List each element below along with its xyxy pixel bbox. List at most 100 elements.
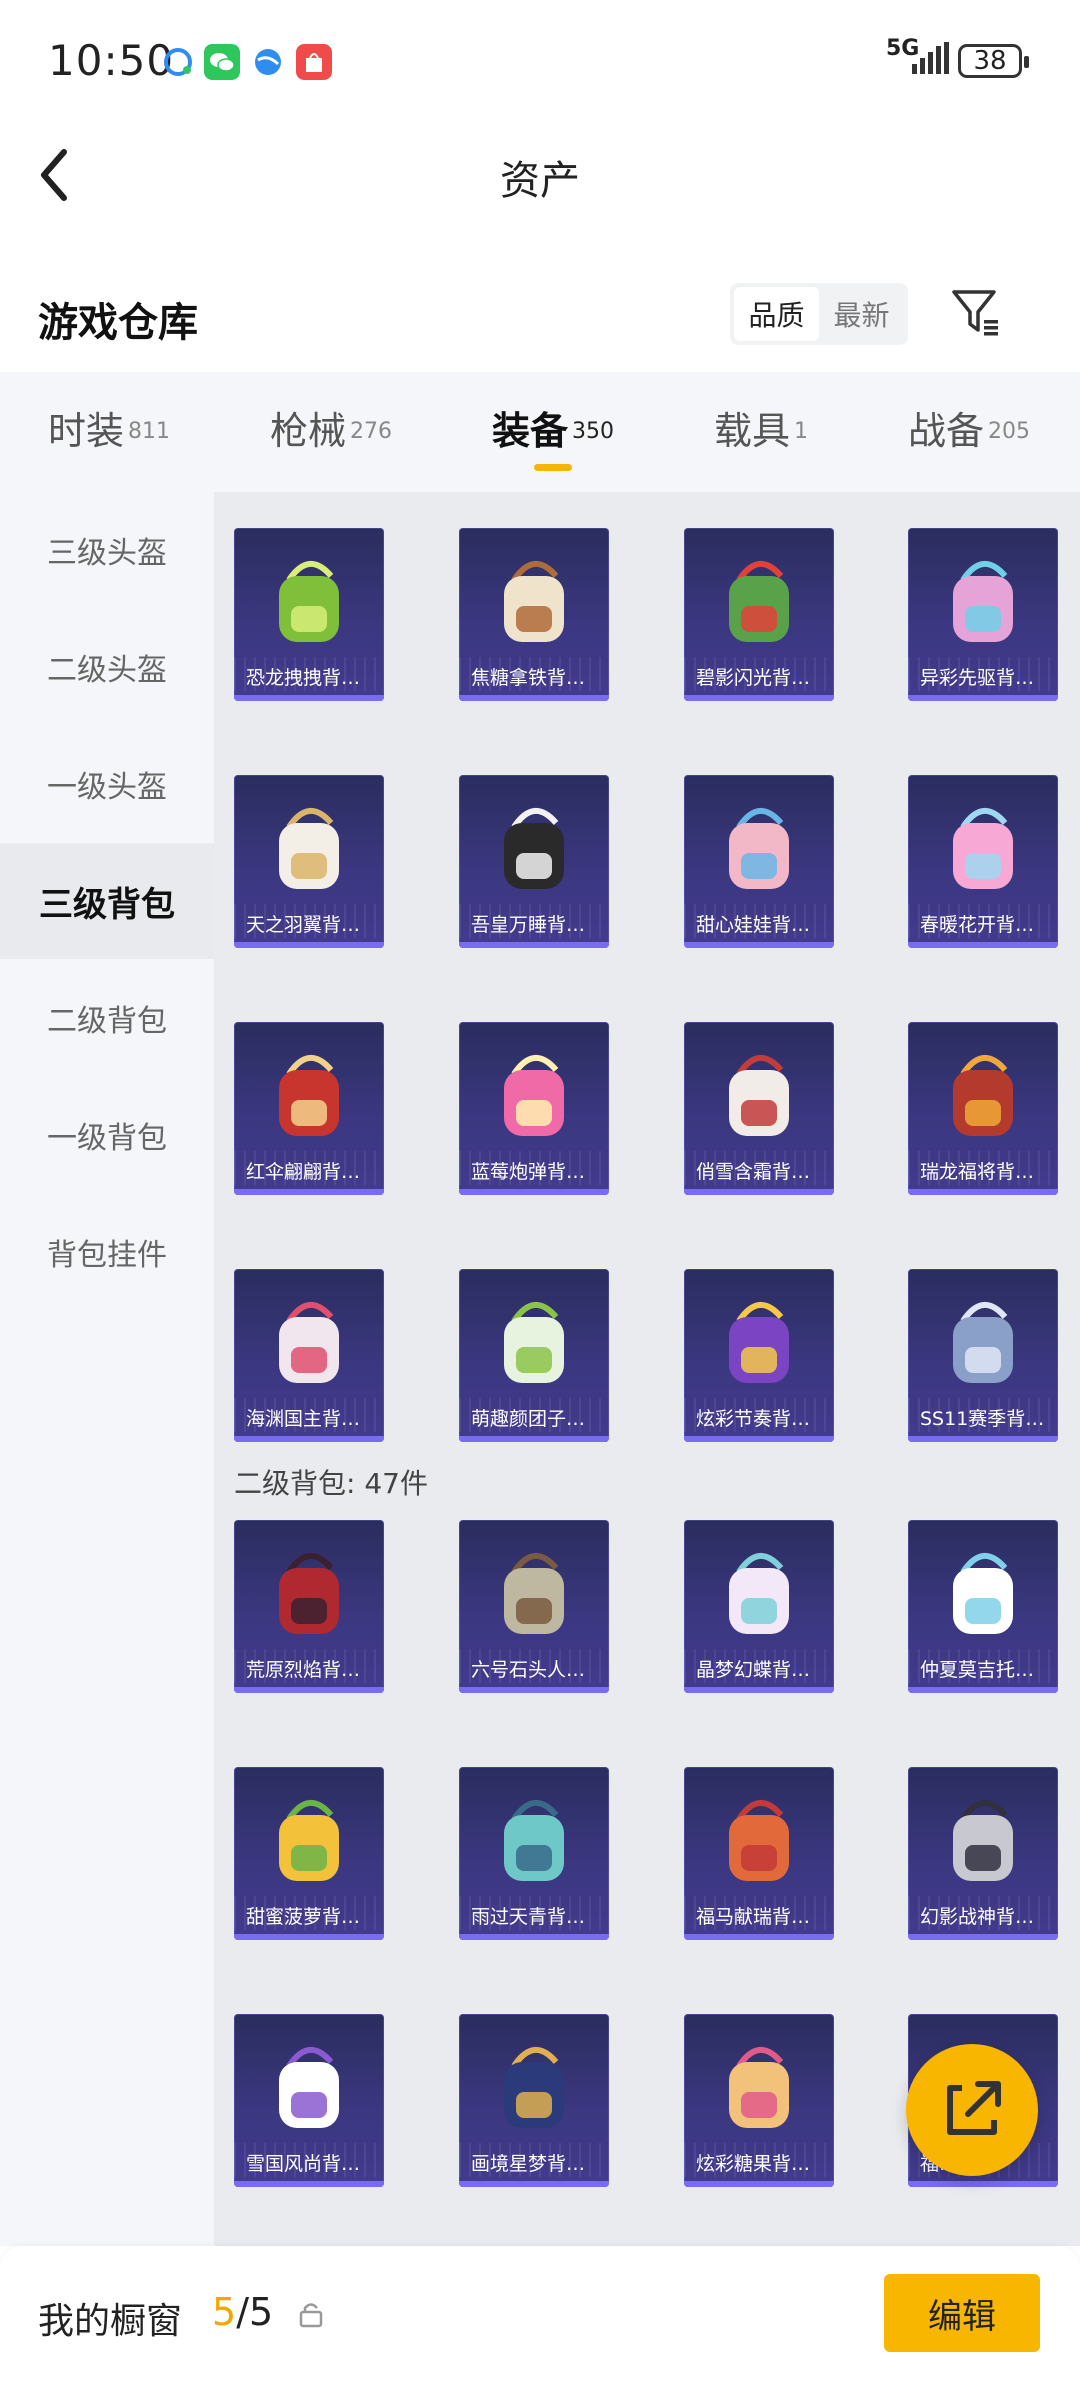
rarity-bar xyxy=(234,1934,384,1940)
item-card[interactable]: 炫彩糖果背… xyxy=(684,2014,834,2187)
rarity-bar xyxy=(908,1436,1058,1442)
sidebar-item-lv3-backpack[interactable]: 三级背包 xyxy=(0,843,214,959)
item-card[interactable]: 荒原烈焰背… xyxy=(234,1520,384,1693)
backpack-icon xyxy=(953,1553,1013,1634)
item-name: 异彩先驱背… xyxy=(920,667,1035,689)
rarity-bar xyxy=(684,1189,834,1195)
rarity-bar xyxy=(234,2181,384,2187)
group-label: 二级背包: 47件 xyxy=(234,1467,428,1500)
sidebar-item-lv1-helmet[interactable]: 一级头盔 xyxy=(0,726,214,842)
item-card[interactable]: 俏雪含霜背… xyxy=(684,1022,834,1195)
active-tab-indicator xyxy=(534,464,572,471)
tab-fashion[interactable]: 时装 811 xyxy=(48,400,170,480)
backpack-icon xyxy=(729,1553,789,1634)
item-name: 碧影闪光背… xyxy=(696,667,811,689)
rarity-bar xyxy=(908,1934,1058,1940)
sort-option-quality[interactable]: 品质 xyxy=(734,287,819,341)
item-name: 天之羽翼背… xyxy=(246,914,361,936)
tab-label: 装备 xyxy=(492,409,569,453)
item-name: 炫彩节奏背… xyxy=(696,1408,811,1430)
item-card[interactable]: 仲夏莫吉托… xyxy=(908,1520,1058,1693)
sidebar-item-lv3-helmet[interactable]: 三级头盔 xyxy=(0,492,214,608)
item-card[interactable]: 福马献瑞背… xyxy=(684,1767,834,1940)
item-card[interactable]: 恐龙拽拽背… xyxy=(234,528,384,701)
item-card[interactable]: 幻影战神背… xyxy=(908,1767,1058,1940)
chat-bubble-icon xyxy=(164,48,192,76)
rarity-bar xyxy=(684,1436,834,1442)
filter-button[interactable] xyxy=(948,284,1004,340)
backpack-icon xyxy=(729,561,789,642)
backpack-icon xyxy=(729,1800,789,1881)
item-card[interactable]: 甜心娃娃背… xyxy=(684,775,834,948)
item-name: 红伞翩翩背… xyxy=(246,1161,361,1183)
backpack-icon xyxy=(279,1302,339,1383)
item-card[interactable]: 雨过天青背… xyxy=(459,1767,609,1940)
battery-indicator: 38 xyxy=(958,44,1029,78)
item-name: 萌趣颜团子… xyxy=(471,1408,586,1430)
item-card[interactable]: 异彩先驱背… xyxy=(908,528,1058,701)
item-name: 画境星梦背… xyxy=(471,2153,586,2175)
item-card[interactable]: 雪国风尚背… xyxy=(234,2014,384,2187)
backpack-icon xyxy=(729,1302,789,1383)
item-card[interactable]: 吾皇万睡背… xyxy=(459,775,609,948)
item-card[interactable]: 萌趣颜团子… xyxy=(459,1269,609,1442)
sort-toggle: 品质 最新 xyxy=(730,283,908,345)
tab-label: 时装 xyxy=(48,409,125,453)
rarity-bar xyxy=(908,2181,1058,2187)
item-card[interactable]: 焦糖拿铁背… xyxy=(459,528,609,701)
item-card[interactable]: 画境星梦背… xyxy=(459,2014,609,2187)
tab-vehicles[interactable]: 载具 1 xyxy=(714,400,808,480)
item-card[interactable]: 红伞翩翩背… xyxy=(234,1022,384,1195)
item-card[interactable]: 海渊国主背… xyxy=(234,1269,384,1442)
item-card[interactable]: 六号石头人… xyxy=(459,1520,609,1693)
item-name: 恐龙拽拽背… xyxy=(246,667,361,689)
item-name: 雪国风尚背… xyxy=(246,2153,361,2175)
status-bar: 10:50 5G 38 xyxy=(0,0,1080,125)
filter-icon xyxy=(952,290,998,336)
rarity-bar xyxy=(684,1934,834,1940)
tab-firearms[interactable]: 枪械 276 xyxy=(270,400,392,480)
rarity-bar xyxy=(234,1687,384,1693)
sidebar-item-lv2-backpack[interactable]: 二级背包 xyxy=(0,960,214,1076)
rarity-bar xyxy=(459,1189,609,1195)
rarity-bar xyxy=(684,942,834,948)
item-card[interactable]: 天之羽翼背… xyxy=(234,775,384,948)
item-card[interactable]: 瑞龙福将背… xyxy=(908,1022,1058,1195)
item-card[interactable]: 炫彩节奏背… xyxy=(684,1269,834,1442)
rarity-bar xyxy=(684,1687,834,1693)
tab-count: 276 xyxy=(350,418,393,444)
backpack-icon xyxy=(953,1302,1013,1383)
edit-button[interactable]: 编辑 xyxy=(884,2274,1040,2352)
showcase-label: 我的橱窗 xyxy=(38,2301,183,2342)
item-name: 福马献瑞背… xyxy=(696,1906,811,1928)
rarity-bar xyxy=(908,695,1058,701)
backpack-icon xyxy=(953,1055,1013,1136)
item-card[interactable]: SS11赛季背… xyxy=(908,1269,1058,1442)
sort-option-newest[interactable]: 最新 xyxy=(819,287,904,341)
tab-count: 205 xyxy=(988,418,1031,444)
backpack-icon xyxy=(504,2047,564,2128)
tab-count: 1 xyxy=(794,418,809,444)
status-time: 10:50 xyxy=(48,36,175,85)
rarity-bar xyxy=(459,695,609,701)
signal-icon xyxy=(912,42,949,74)
backpack-icon xyxy=(279,808,339,889)
shop-bag-icon xyxy=(296,44,332,80)
item-name: 焦糖拿铁背… xyxy=(471,667,586,689)
rarity-bar xyxy=(234,1436,384,1442)
backpack-icon xyxy=(729,2047,789,2128)
rarity-bar xyxy=(234,695,384,701)
item-card[interactable]: 蓝莓炮弹背… xyxy=(459,1022,609,1195)
item-card[interactable]: 碧影闪光背… xyxy=(684,528,834,701)
item-card[interactable]: 甜蜜菠萝背… xyxy=(234,1767,384,1940)
item-card[interactable]: 春暖花开背… xyxy=(908,775,1058,948)
item-card[interactable]: 晶梦幻蝶背… xyxy=(684,1520,834,1693)
rarity-bar xyxy=(459,1436,609,1442)
sidebar-item-lv1-backpack[interactable]: 一级背包 xyxy=(0,1077,214,1193)
sidebar-item-lv2-helmet[interactable]: 二级头盔 xyxy=(0,609,214,725)
tab-supplies[interactable]: 战备 205 xyxy=(908,400,1030,480)
item-name: 春暖花开背… xyxy=(920,914,1035,936)
item-name: 仲夏莫吉托… xyxy=(920,1659,1035,1681)
share-fab-button[interactable] xyxy=(906,2044,1038,2176)
sidebar-item-backpack-charm[interactable]: 背包挂件 xyxy=(0,1194,214,1310)
